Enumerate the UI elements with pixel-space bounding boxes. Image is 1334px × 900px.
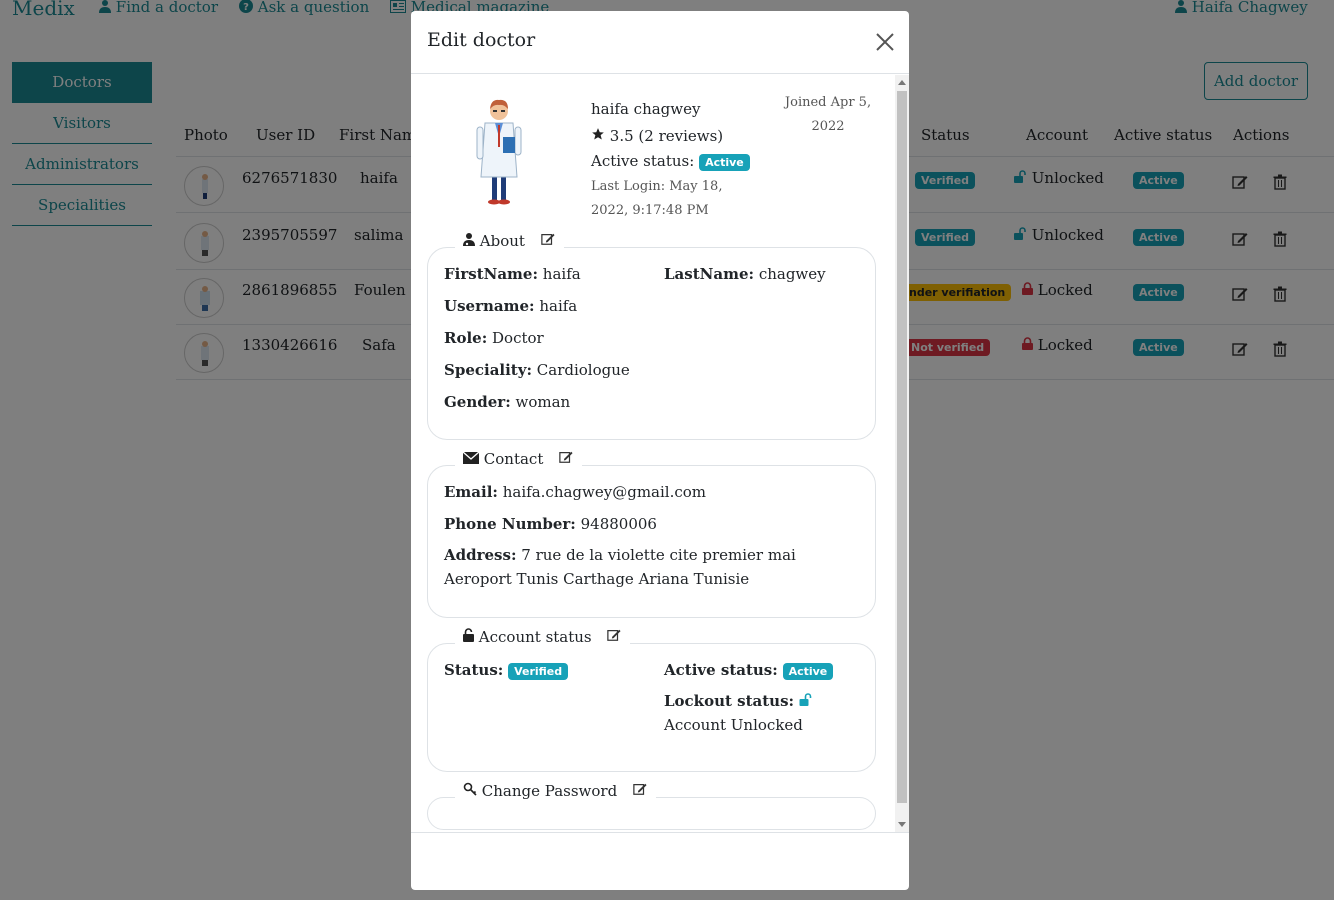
about-legend-label: About bbox=[479, 232, 525, 250]
phone-label: Phone Number: bbox=[444, 515, 576, 533]
first-name-label: FirstName: bbox=[444, 265, 539, 283]
star-icon bbox=[592, 128, 604, 140]
username-value: haifa bbox=[539, 297, 578, 315]
change-password-section bbox=[427, 797, 876, 830]
lockout-label: Lockout status: bbox=[664, 692, 795, 710]
speciality-value: Cardiologue bbox=[536, 361, 630, 379]
first-name-value: haifa bbox=[542, 265, 581, 283]
account-status-legend-label: Account status bbox=[478, 628, 592, 646]
change-password-legend-label: Change Password bbox=[481, 782, 618, 800]
account-status-legend: Account status bbox=[455, 628, 631, 646]
email-value: haifa.chagwey@gmail.com bbox=[502, 483, 706, 501]
edit-account-status-icon[interactable] bbox=[606, 628, 622, 642]
close-icon[interactable] bbox=[875, 32, 895, 52]
modal-body[interactable]: haifa chagwey 3.5 (2 reviews) Active sta… bbox=[411, 75, 909, 832]
scroll-up-arrow[interactable] bbox=[898, 80, 906, 85]
doctor-avatar bbox=[476, 99, 522, 205]
active-badge: Active bbox=[782, 663, 834, 680]
account-status-section: Status: Verified Active status: Active L… bbox=[427, 643, 876, 772]
speciality-label: Speciality: bbox=[444, 361, 532, 379]
address-label: Address: bbox=[444, 546, 517, 564]
active-status-label: Active status: bbox=[591, 152, 695, 170]
profile-rating: 3.5 (2 reviews) bbox=[591, 127, 723, 145]
envelope-icon bbox=[462, 451, 480, 464]
modal-title: Edit doctor bbox=[427, 29, 536, 51]
gender-label: Gender: bbox=[444, 393, 511, 411]
profile-name: haifa chagwey bbox=[591, 100, 701, 118]
modal-scrollbar[interactable] bbox=[895, 75, 909, 832]
joined-date: Joined Apr 5, 2022 bbox=[784, 95, 872, 134]
contact-section: Email: haifa.chagwey@gmail.com Phone Num… bbox=[427, 465, 876, 618]
lockout-value: Account Unlocked bbox=[664, 716, 803, 734]
role-value: Doctor bbox=[492, 329, 544, 347]
change-password-legend: Change Password bbox=[455, 782, 656, 800]
profile-active-status: Active status: Active bbox=[591, 152, 750, 171]
rating-text: 3.5 (2 reviews) bbox=[609, 127, 724, 145]
about-section: FirstName: haifa LastName: chagwey Usern… bbox=[427, 247, 876, 440]
last-name-value: chagwey bbox=[758, 265, 826, 283]
username-label: Username: bbox=[444, 297, 535, 315]
status-label: Status: bbox=[444, 661, 504, 679]
doctor-icon bbox=[463, 233, 475, 246]
key-icon bbox=[463, 782, 477, 796]
phone-value: 94880006 bbox=[580, 515, 657, 533]
unlock-icon bbox=[463, 628, 474, 642]
modal-footer bbox=[411, 832, 909, 890]
gender-value: woman bbox=[515, 393, 571, 411]
last-login: Last Login: May 18, 2022, 9:17:48 PM bbox=[591, 179, 723, 218]
scroll-down-arrow[interactable] bbox=[898, 822, 906, 827]
edit-contact-icon[interactable] bbox=[558, 450, 574, 464]
active-badge: Active bbox=[699, 154, 750, 171]
active-status-label: Active status: bbox=[664, 661, 778, 679]
unlock-icon bbox=[799, 693, 812, 706]
edit-password-icon[interactable] bbox=[632, 782, 648, 796]
email-label: Email: bbox=[444, 483, 498, 501]
about-legend: About bbox=[455, 232, 564, 250]
contact-legend-label: Contact bbox=[483, 450, 544, 468]
edit-about-icon[interactable] bbox=[540, 232, 556, 246]
edit-doctor-modal: Edit doctor haifa chagwey 3.5 (2 reviews… bbox=[411, 11, 909, 890]
role-label: Role: bbox=[444, 329, 488, 347]
contact-legend: Contact bbox=[455, 450, 583, 468]
status-badge: Verified bbox=[508, 663, 569, 680]
last-name-label: LastName: bbox=[664, 265, 755, 283]
scroll-thumb[interactable] bbox=[897, 91, 907, 803]
modal-header: Edit doctor bbox=[411, 11, 909, 74]
